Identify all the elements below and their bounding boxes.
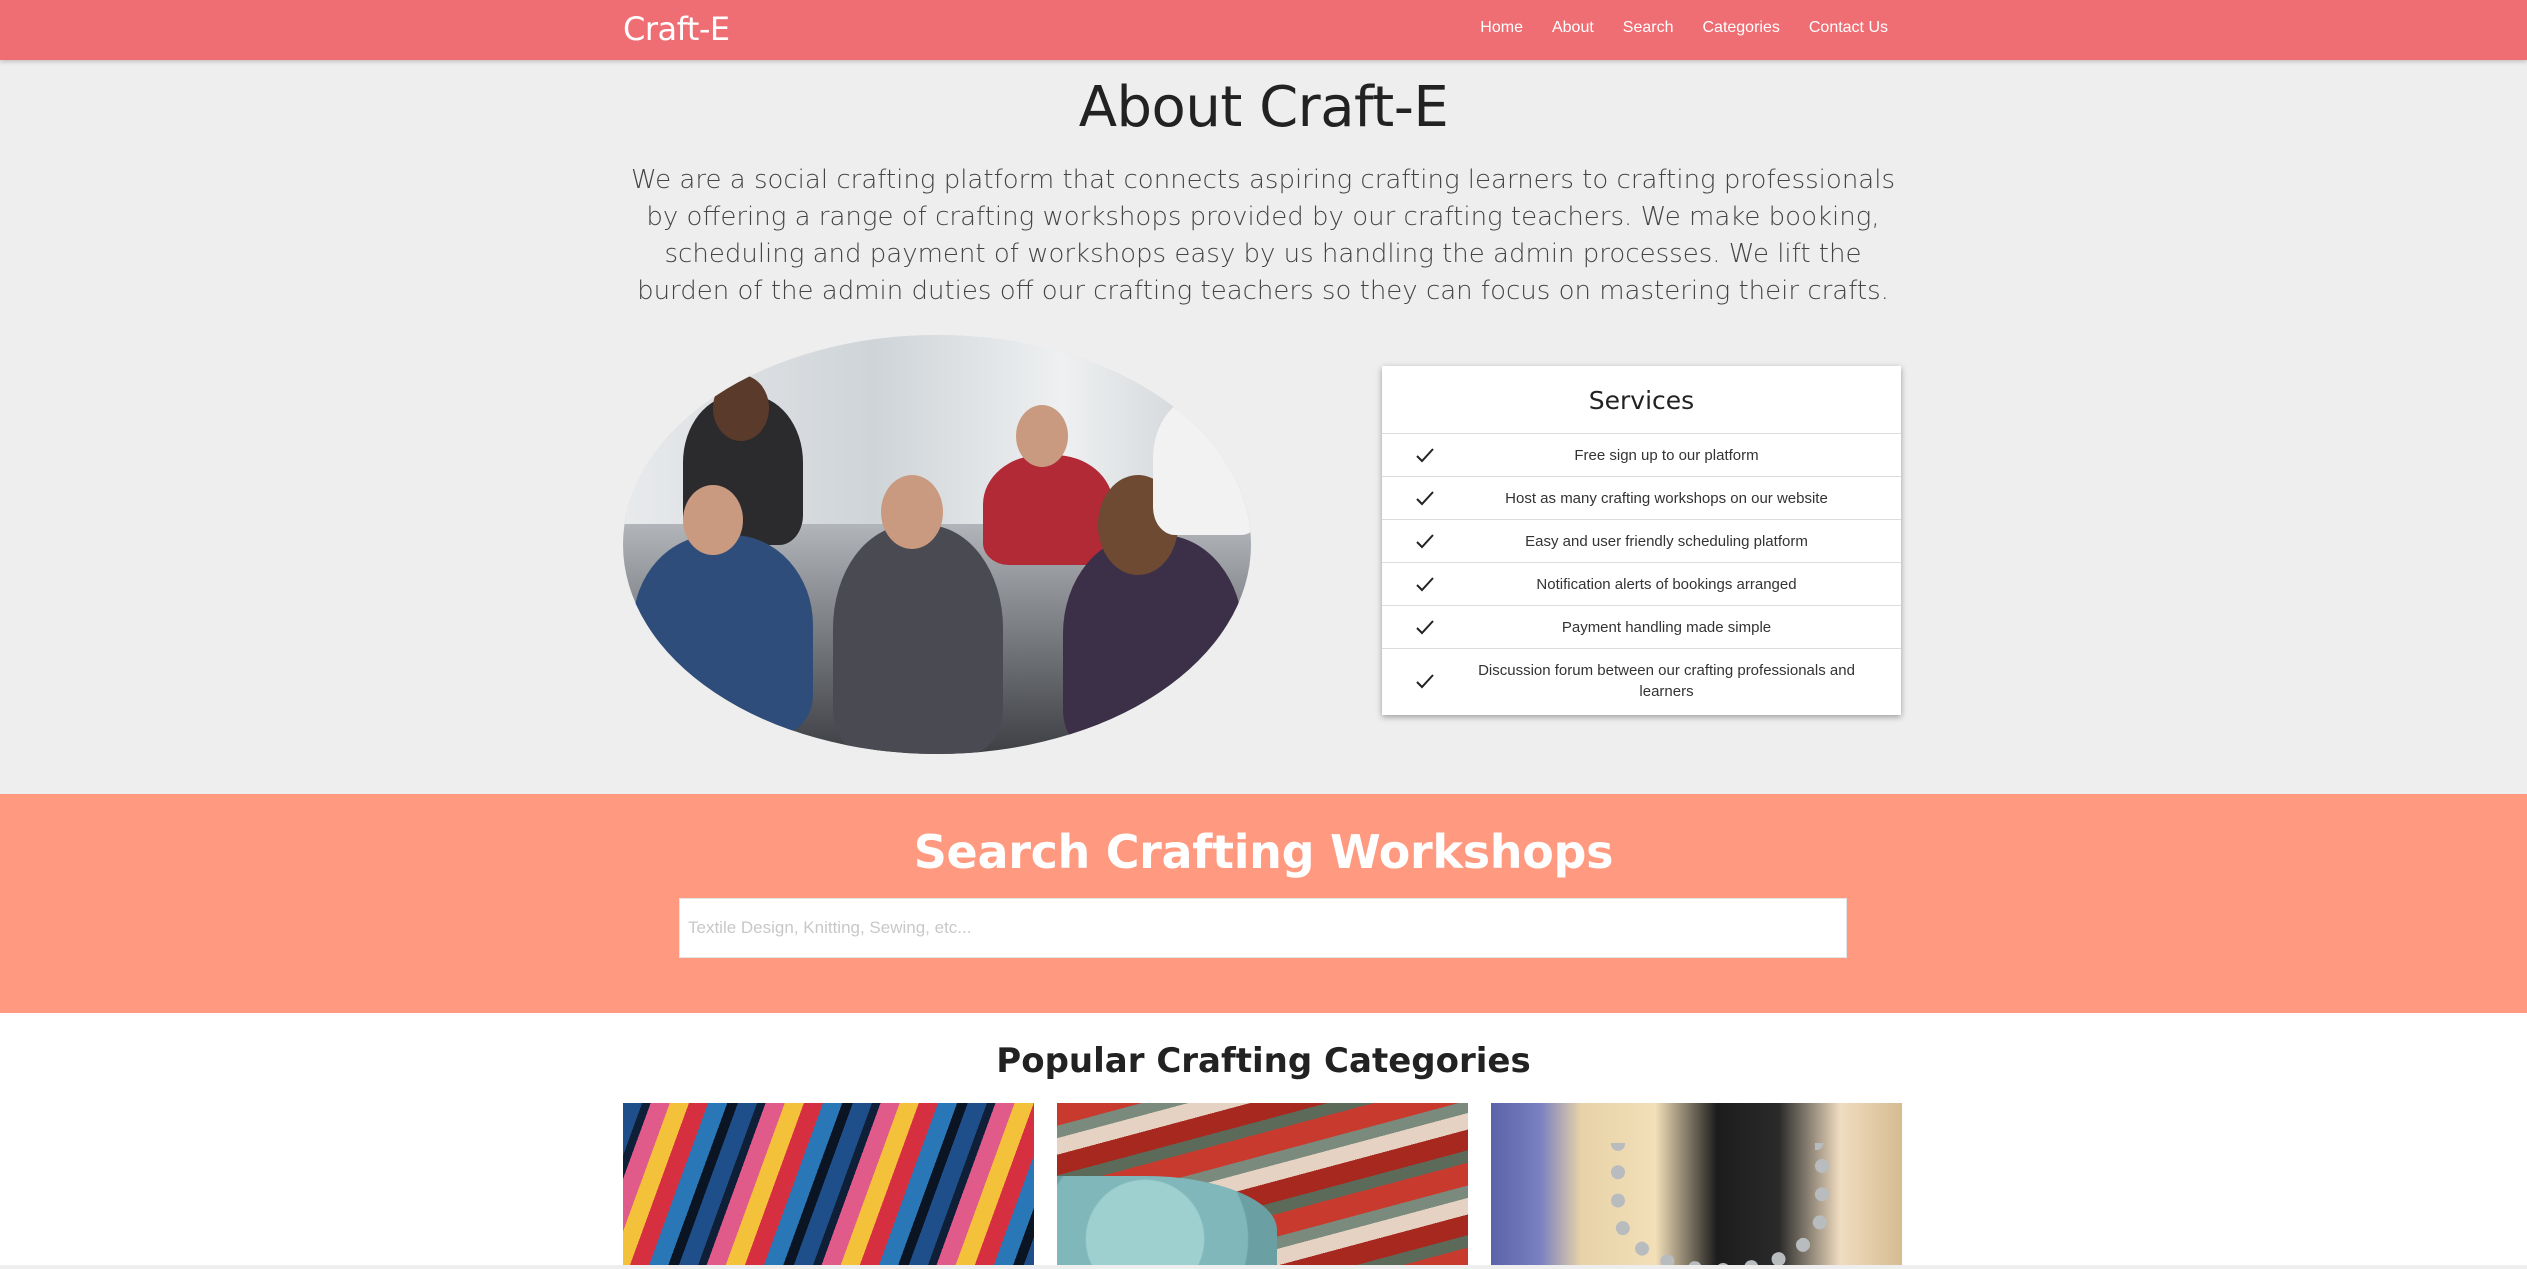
nav-link-about[interactable]: About (1552, 19, 1594, 37)
team-meeting-photo (623, 335, 1251, 754)
page-bottom-edge (0, 1265, 2527, 1269)
check-icon (1416, 491, 1434, 506)
check-icon (1416, 620, 1434, 635)
check-icon (1416, 674, 1434, 689)
service-item: Host as many crafting workshops on our w… (1382, 477, 1901, 520)
nav-link-contact-us[interactable]: Contact Us (1809, 19, 1888, 37)
service-item: Free sign up to our platform (1382, 434, 1901, 477)
services-title: Services (1382, 366, 1901, 434)
service-item-label: Easy and user friendly scheduling platfo… (1525, 532, 1808, 550)
search-input[interactable] (679, 898, 1847, 958)
service-item-label: Payment handling made simple (1561, 618, 1772, 636)
service-item: Notification alerts of bookings arranged (1382, 563, 1901, 606)
about-title: About Craft-E (1078, 75, 1449, 140)
service-item: Discussion forum between our crafting pr… (1382, 649, 1901, 713)
category-card-knitting-image[interactable] (1057, 1103, 1468, 1266)
categories-section: Popular Crafting Categories (0, 1013, 2527, 1269)
brand-logo[interactable]: Craft-E (623, 10, 730, 48)
check-icon (1416, 577, 1434, 592)
search-section: Search Crafting Workshops (0, 794, 2527, 1013)
service-item: Payment handling made simple (1382, 606, 1901, 649)
service-item-label: Discussion forum between our crafting pr… (1478, 662, 1855, 700)
nav-link-categories[interactable]: Categories (1702, 19, 1779, 37)
category-card-jewellery-image[interactable] (1491, 1103, 1902, 1266)
categories-title: Popular Crafting Categories (996, 1041, 1531, 1081)
nav-links: Home About Search Categories Contact Us (1480, 19, 1888, 37)
about-description: We are a social crafting platform that c… (630, 165, 1895, 306)
category-card-sewing-threads-image[interactable] (623, 1103, 1034, 1266)
service-item-label: Host as many crafting workshops on our w… (1505, 489, 1828, 507)
navbar: Craft-E Home About Search Categories Con… (0, 0, 2527, 60)
service-item-label: Notification alerts of bookings arranged (1536, 575, 1797, 593)
service-item-label: Free sign up to our platform (1574, 446, 1759, 464)
check-icon (1416, 534, 1434, 549)
nav-link-search[interactable]: Search (1623, 19, 1674, 37)
check-icon (1416, 448, 1434, 463)
services-card: Services Free sign up to our platform Ho… (1382, 366, 1901, 715)
nav-link-home[interactable]: Home (1480, 19, 1523, 37)
search-title: Search Crafting Workshops (913, 825, 1614, 879)
service-item: Easy and user friendly scheduling platfo… (1382, 520, 1901, 563)
